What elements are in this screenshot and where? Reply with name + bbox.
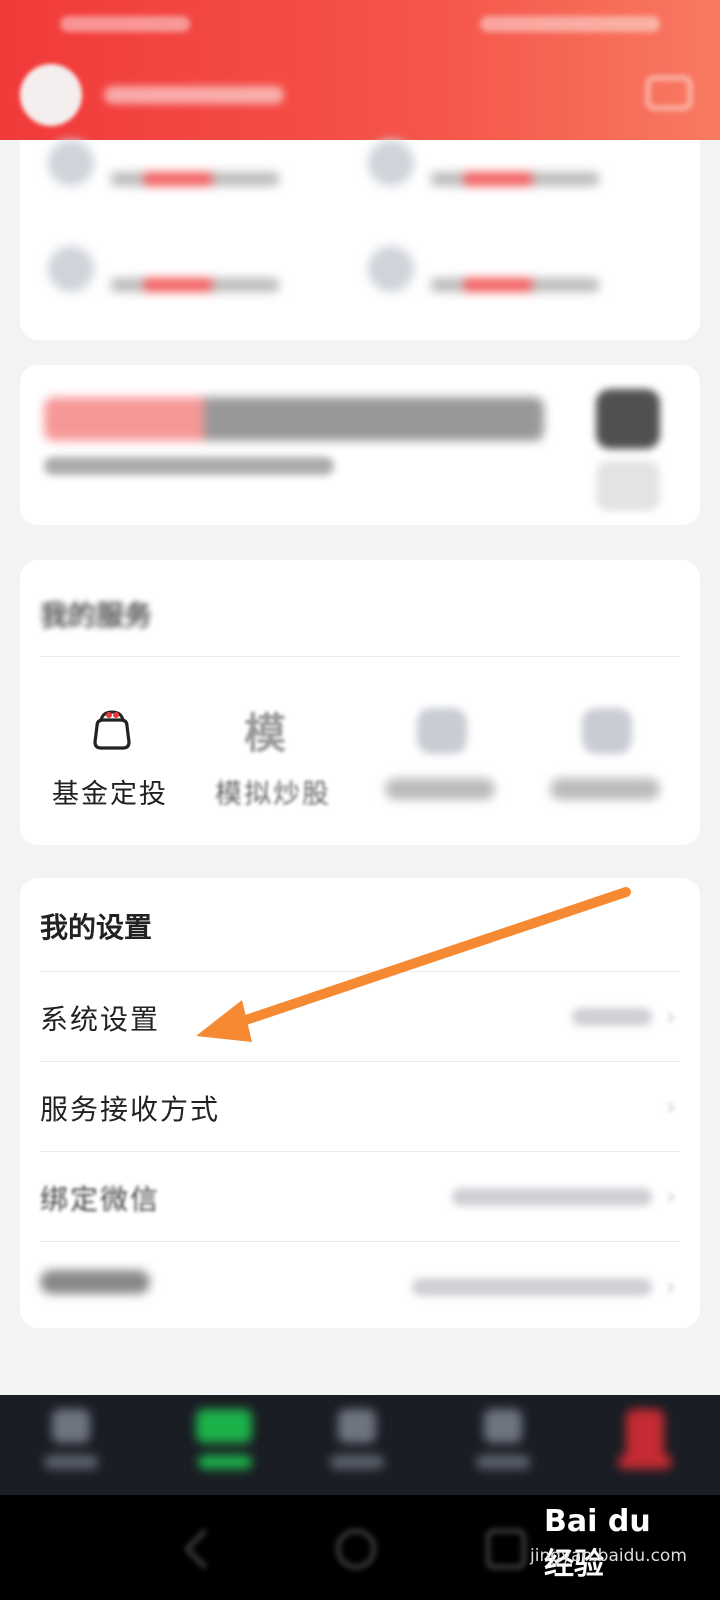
settings-card: 我的设置 系统设置 › 服务接收方式 › 绑定微信 › › <box>20 878 700 1328</box>
tab-item[interactable] <box>468 1409 538 1479</box>
fund-meta <box>430 278 600 292</box>
home-icon[interactable] <box>336 1529 376 1569</box>
tab-label <box>476 1455 530 1469</box>
tab-icon <box>484 1409 522 1443</box>
settings-title: 我的设置 <box>40 911 153 944</box>
fund-icon <box>48 140 94 186</box>
status-left-blurred <box>60 16 190 32</box>
service-item-blurred[interactable] <box>520 700 690 810</box>
chevron-right-icon: › <box>665 1182 676 1212</box>
tab-item[interactable] <box>36 1409 106 1479</box>
tab-label <box>44 1455 98 1469</box>
fund-icon <box>368 246 414 292</box>
avatar[interactable] <box>20 64 82 126</box>
service-label <box>520 772 690 800</box>
tab-icon <box>52 1409 90 1443</box>
banner-video-icon[interactable] <box>596 389 660 449</box>
chevron-right-icon: › <box>665 1272 676 1302</box>
promo-banner[interactable] <box>20 365 700 525</box>
fund-icon <box>368 140 414 186</box>
bottom-tab-bar <box>0 1395 720 1495</box>
tab-label <box>330 1455 384 1469</box>
setting-item-blurred[interactable]: › <box>40 1242 680 1331</box>
services-card: 我的服务 基金定投 模 模拟炒股 <box>20 560 700 845</box>
tab-item[interactable] <box>190 1409 260 1479</box>
wallet-icon <box>93 710 131 750</box>
service-label: 基金定投 <box>52 779 168 810</box>
service-label: 模拟炒股 <box>215 779 331 810</box>
status-bar <box>60 10 660 40</box>
fund-item[interactable] <box>368 240 628 310</box>
setting-label: 系统设置 <box>40 1003 161 1036</box>
service-simulated-trading[interactable]: 模 模拟炒股 <box>188 700 358 810</box>
message-icon[interactable] <box>646 76 692 110</box>
blurred-service-icon <box>582 708 632 754</box>
services-title: 我的服务 <box>40 599 153 632</box>
chevron-right-icon: › <box>665 1002 676 1032</box>
setting-label: 绑定微信 <box>40 1183 161 1216</box>
fund-meta <box>110 172 280 186</box>
back-icon[interactable] <box>184 1529 224 1569</box>
setting-value-blurred <box>412 1278 652 1296</box>
banner-subtitle <box>44 457 334 475</box>
holdings-card <box>20 140 700 340</box>
service-label <box>355 772 525 800</box>
watermark-logo: Bai du 经验 <box>544 1504 651 1582</box>
setting-label <box>40 1268 150 1294</box>
status-right-blurred <box>480 16 660 32</box>
banner-title <box>44 397 544 441</box>
username-blurred[interactable] <box>104 86 284 104</box>
tab-icon <box>626 1409 664 1461</box>
fund-meta <box>110 278 280 292</box>
setting-value-blurred <box>452 1188 652 1206</box>
setting-system-settings[interactable]: 系统设置 › <box>40 972 680 1061</box>
tab-item[interactable] <box>322 1409 392 1479</box>
tab-label <box>198 1455 252 1469</box>
tab-icon <box>338 1409 376 1443</box>
tab-icon <box>196 1409 252 1443</box>
fund-item[interactable] <box>48 240 308 310</box>
profile-header <box>0 0 720 140</box>
banner-secondary-icon[interactable] <box>596 461 660 511</box>
blurred-service-icon <box>417 708 467 754</box>
setting-label: 服务接收方式 <box>40 1093 221 1126</box>
fund-item[interactable] <box>48 134 308 204</box>
chevron-right-icon: › <box>665 1092 676 1122</box>
fund-item[interactable] <box>368 134 628 204</box>
watermark-url: jingyan.baidu.com <box>530 1546 687 1566</box>
recents-icon[interactable] <box>486 1529 526 1569</box>
setting-service-receive-method[interactable]: 服务接收方式 › <box>40 1062 680 1151</box>
mo-glyph-icon: 模 <box>244 709 287 758</box>
service-item-blurred[interactable] <box>355 700 525 810</box>
services-divider <box>40 656 680 657</box>
fund-meta <box>430 172 600 186</box>
service-fund-investment[interactable]: 基金定投 <box>25 700 195 810</box>
fund-icon <box>48 246 94 292</box>
setting-bind-wechat[interactable]: 绑定微信 › <box>40 1152 680 1241</box>
tab-item-active[interactable] <box>610 1409 680 1479</box>
tab-label <box>618 1455 672 1469</box>
baidu-jingyan-watermark: Bai du 经验 jingyan.baidu.com <box>530 1498 687 1582</box>
setting-value-blurred <box>572 1008 652 1026</box>
